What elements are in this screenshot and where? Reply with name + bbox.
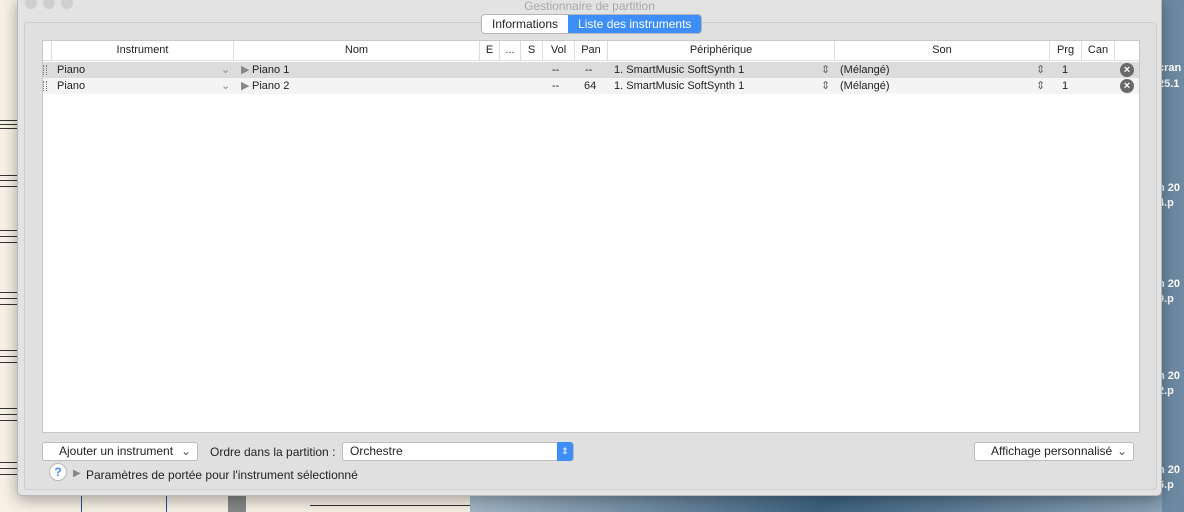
column-instrument[interactable]: Instrument [51,41,233,61]
desktop-icons [1162,0,1184,512]
remove-icon[interactable]: × [1120,79,1134,93]
disclosure-triangle-icon[interactable]: ▶ [241,78,249,94]
vol-cell[interactable]: -- [552,78,559,94]
updown-icon[interactable]: ⇕ [821,78,830,94]
display-select[interactable]: Affichage personnalisé ⌄ [974,442,1134,461]
column-remove [1114,41,1141,61]
tab-bar: Informations Liste des instruments [481,14,703,34]
table-row[interactable]: Piano ⌄ ▶ Piano 2 -- 64 1. SmartMusic So… [43,78,1139,94]
name-cell[interactable]: Piano 2 [252,78,289,94]
device-cell[interactable]: 1. SmartMusic SoftSynth 1 [614,62,744,78]
table-row[interactable]: Piano ⌄ ▶ Piano 1 -- -- 1. SmartMusic So… [43,62,1139,78]
column-s[interactable]: S [520,41,542,61]
updown-icon: ⇕ [557,442,573,461]
add-instrument-button[interactable]: Ajouter un instrument ⌄ [42,442,198,461]
disclosure-triangle-icon[interactable]: ▶ [241,62,249,78]
column-pan[interactable]: Pan [574,41,607,61]
column-vol[interactable]: Vol [542,41,574,61]
staff-params-disclosure[interactable]: Paramètres de portée pour l'instrument s… [86,468,358,482]
instrument-table: Instrument Nom E ... S Vol Pan Périphéri… [42,40,1140,433]
sound-cell[interactable]: (Mélangé) [840,62,890,78]
disclosure-triangle-icon[interactable]: ▶ [73,468,81,479]
prg-cell[interactable]: 1 [1062,78,1068,94]
order-label: Ordre dans la partition : [210,445,336,459]
column-prg[interactable]: Prg [1049,41,1081,61]
instrument-cell[interactable]: Piano [57,78,85,94]
add-instrument-label: Ajouter un instrument [59,444,174,458]
score-manager-window: Gestionnaire de partition Informations L… [17,0,1162,496]
pan-cell[interactable]: -- [585,62,592,78]
updown-icon[interactable]: ⇕ [821,62,830,78]
column-more[interactable]: ... [499,41,520,61]
chevron-down-icon: ⌄ [180,444,191,458]
tab-informations[interactable]: Informations [482,15,568,33]
drag-handle-icon[interactable] [43,81,47,91]
table-header: Instrument Nom E ... S Vol Pan Périphéri… [43,41,1139,61]
name-cell[interactable]: Piano 1 [252,62,289,78]
column-can[interactable]: Can [1081,41,1114,61]
pan-cell[interactable]: 64 [584,78,596,94]
display-value: Affichage personnalisé [991,444,1113,458]
column-peripherique[interactable]: Périphérique [607,41,834,61]
chevron-down-icon[interactable]: ⌄ [221,78,230,94]
chevron-down-icon[interactable]: ⌄ [221,62,230,78]
column-e[interactable]: E [479,41,499,61]
instrument-cell[interactable]: Piano [57,62,85,78]
prg-cell[interactable]: 1 [1062,62,1068,78]
order-value: Orchestre [350,444,403,458]
remove-icon[interactable]: × [1120,63,1134,77]
updown-icon[interactable]: ⇕ [1036,62,1045,78]
drag-handle-icon[interactable] [43,65,47,75]
order-select[interactable]: Orchestre ⇕ [342,442,574,461]
device-cell[interactable]: 1. SmartMusic SoftSynth 1 [614,78,744,94]
column-son[interactable]: Son [834,41,1049,61]
tab-instrument-list[interactable]: Liste des instruments [568,15,702,33]
column-nom[interactable]: Nom [233,41,479,61]
sound-cell[interactable]: (Mélangé) [840,78,890,94]
chevron-down-icon: ⌄ [1116,444,1127,458]
help-button[interactable]: ? [49,463,67,481]
vol-cell[interactable]: -- [552,62,559,78]
window-title: Gestionnaire de partition [524,0,655,13]
updown-icon[interactable]: ⇕ [1036,78,1045,94]
